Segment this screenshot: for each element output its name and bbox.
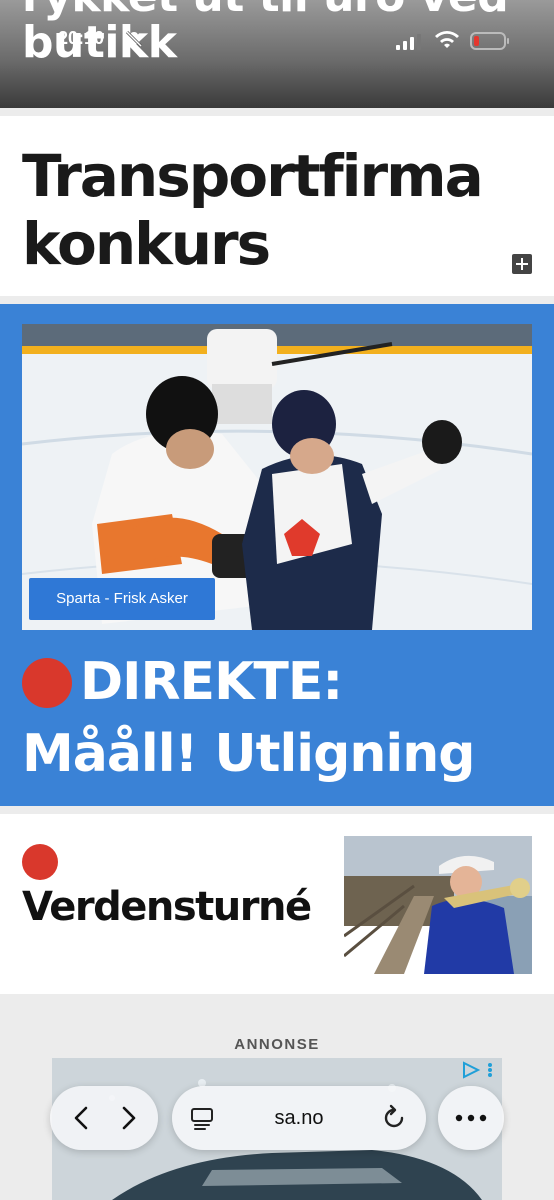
- wifi-icon: [435, 31, 459, 48]
- battery-low-icon: [470, 32, 509, 50]
- match-tag[interactable]: Sparta - Frisk Asker: [29, 578, 215, 620]
- plus-icon[interactable]: [512, 254, 532, 274]
- reload-icon[interactable]: [380, 1104, 408, 1132]
- story-headline-world-tour[interactable]: Verdensturné: [22, 880, 312, 934]
- status-time: 20:10: [58, 28, 105, 48]
- more-icon[interactable]: [453, 1114, 489, 1122]
- trumpet-player-photo[interactable]: [344, 836, 532, 974]
- live-headline-line2[interactable]: Mååll! Utligning: [22, 724, 475, 784]
- story-card-transport[interactable]: Transportfirma konkurs: [0, 116, 554, 296]
- history-navigation: [50, 1086, 158, 1150]
- tabs-icon[interactable]: [190, 1106, 214, 1130]
- news-feed-page: rykket ut til uro ved butikk 20:10 Trans…: [0, 0, 554, 1200]
- bell-muted-icon: [125, 30, 143, 48]
- previous-story-card[interactable]: rykket ut til uro ved butikk 20:10: [0, 0, 554, 108]
- cellular-signal-icon: [396, 34, 421, 50]
- adchoices-icon[interactable]: [460, 1060, 498, 1080]
- live-story-headline[interactable]: DIREKTE: Mååll! Utligning: [22, 646, 542, 790]
- ad-label: ANNONSE: [234, 1036, 320, 1053]
- url-text[interactable]: sa.no: [232, 1086, 366, 1150]
- more-options-button[interactable]: [438, 1086, 504, 1150]
- forward-button[interactable]: [110, 1100, 146, 1136]
- live-headline-line1[interactable]: DIREKTE:: [80, 652, 343, 712]
- live-indicator-dot: [22, 844, 58, 880]
- story-headline-transport[interactable]: Transportfirma konkurs: [22, 142, 522, 278]
- address-bar[interactable]: sa.no: [172, 1086, 426, 1150]
- story-card-world-tour[interactable]: Verdensturné: [0, 814, 554, 994]
- back-button[interactable]: [64, 1100, 100, 1136]
